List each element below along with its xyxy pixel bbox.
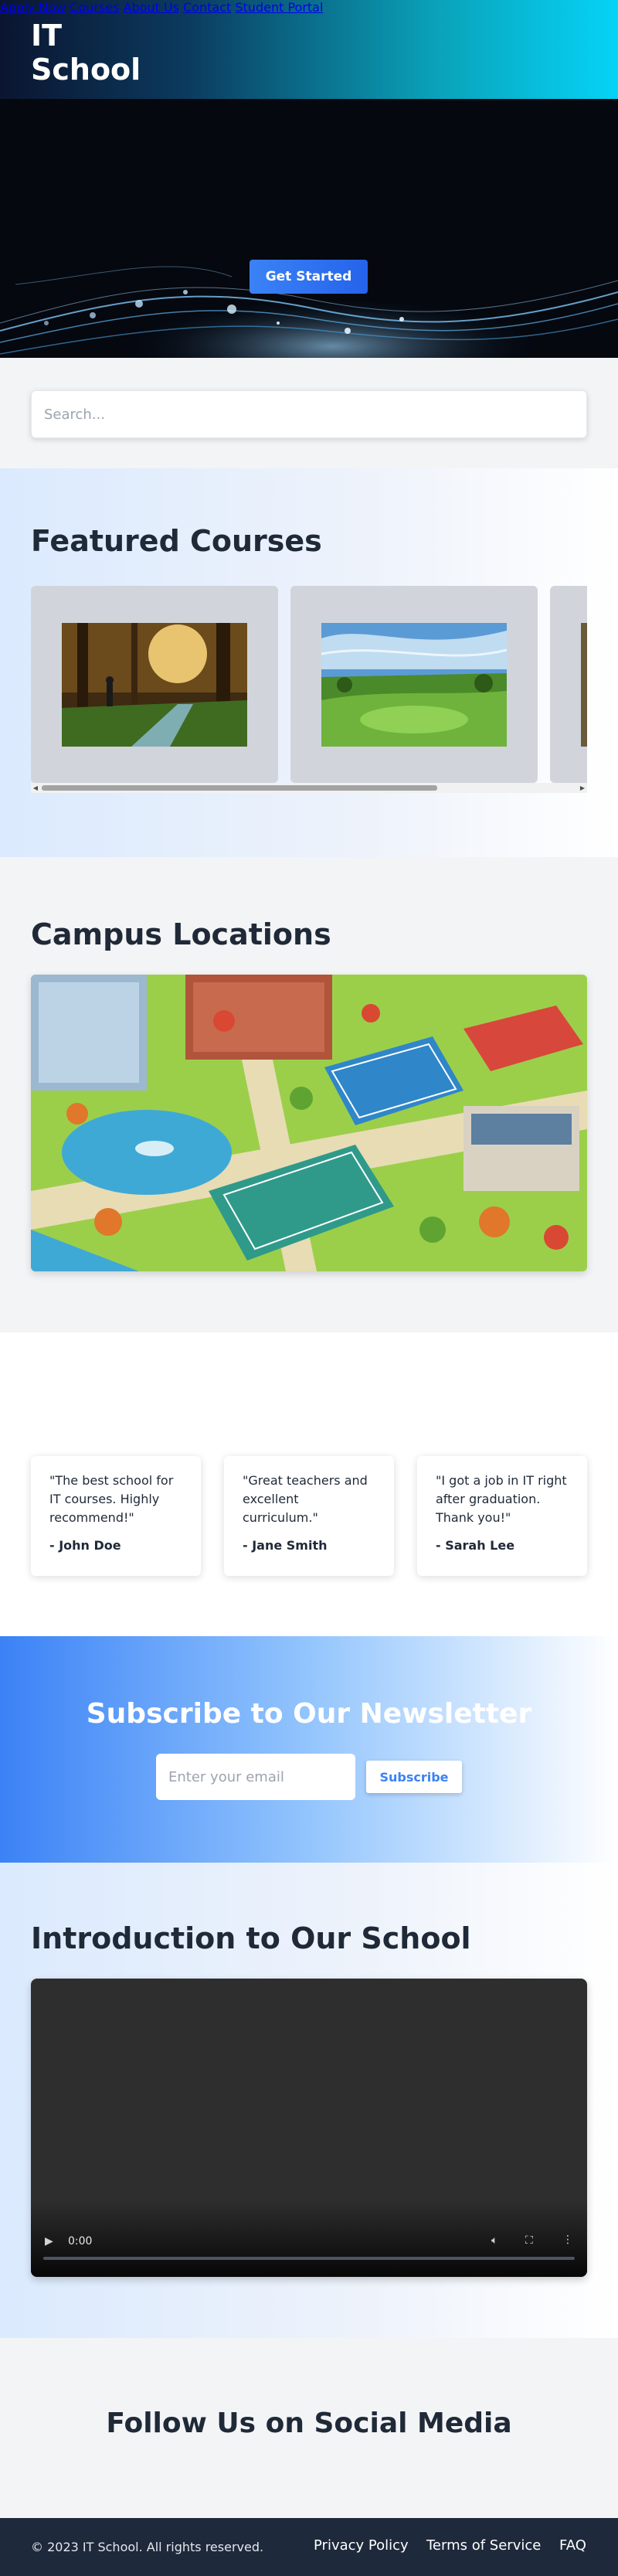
hero-banner: Get Started bbox=[0, 99, 618, 358]
get-started-button[interactable]: Get Started bbox=[250, 260, 368, 294]
course-card[interactable] bbox=[550, 586, 587, 783]
search-section bbox=[0, 358, 618, 468]
play-icon[interactable]: ▶ bbox=[45, 2235, 53, 2248]
testimonial-author: - Sarah Lee bbox=[436, 1538, 515, 1553]
scroll-right-icon[interactable]: ▶ bbox=[578, 783, 587, 793]
volume-icon[interactable]: 🔈︎ bbox=[491, 2234, 497, 2247]
testimonial-card: "I got a job in IT right after graduatio… bbox=[417, 1456, 587, 1576]
footer-link-faq[interactable]: FAQ bbox=[559, 2537, 586, 2554]
more-options-icon[interactable]: ⋮ bbox=[562, 2234, 573, 2246]
fullscreen-icon[interactable]: ⛶ bbox=[525, 2234, 533, 2247]
campus-locations-section: Campus Locations bbox=[0, 857, 618, 1332]
site-header: IT School Apply Now Courses About Us Con… bbox=[0, 0, 618, 99]
intro-title: Introduction to Our School bbox=[31, 1921, 471, 1955]
nav-about-us[interactable]: About Us bbox=[124, 0, 179, 15]
testimonial-quote: "I got a job in IT right after graduatio… bbox=[436, 1473, 567, 1525]
site-footer: © 2023 IT School. All rights reserved. P… bbox=[0, 2518, 618, 2576]
course-card[interactable] bbox=[290, 586, 538, 783]
testimonial-card: "Great teachers and excellent curriculum… bbox=[224, 1456, 394, 1576]
testimonial-card: "The best school for IT courses. Highly … bbox=[31, 1456, 201, 1576]
testimonial-author: - John Doe bbox=[49, 1538, 121, 1553]
hero-wave-graphic bbox=[0, 266, 618, 358]
intro-section: Introduction to Our School ▶ 0:00 🔈︎ ⛶ ⋮ bbox=[0, 1863, 618, 2338]
nav-contact[interactable]: Contact bbox=[183, 0, 231, 15]
campus-illustration bbox=[31, 975, 587, 1271]
course-image-landscape bbox=[321, 623, 507, 747]
newsletter-title: Subscribe to Our Newsletter bbox=[86, 1698, 532, 1730]
testimonial-author: - Jane Smith bbox=[243, 1538, 328, 1553]
testimonials-section: "The best school for IT courses. Highly … bbox=[0, 1332, 618, 1636]
testimonial-quote: "Great teachers and excellent curriculum… bbox=[243, 1473, 368, 1525]
testimonial-quote: "The best school for IT courses. Highly … bbox=[49, 1473, 174, 1525]
featured-courses-title: Featured Courses bbox=[31, 524, 322, 558]
carousel-scrollbar[interactable]: ◀ ▶ bbox=[31, 783, 587, 793]
footer-link-privacy[interactable]: Privacy Policy bbox=[314, 2537, 409, 2554]
nav-courses[interactable]: Courses bbox=[70, 0, 119, 15]
site-logo[interactable]: IT School bbox=[31, 19, 154, 87]
video-progress-bar[interactable] bbox=[43, 2257, 575, 2260]
scroll-thumb[interactable] bbox=[42, 785, 437, 791]
email-field[interactable] bbox=[156, 1754, 355, 1800]
featured-courses-section: Featured Courses ◀ ▶ bbox=[0, 468, 618, 857]
nav-apply-now[interactable]: Apply Now bbox=[0, 0, 66, 15]
video-time: 0:00 bbox=[68, 2235, 93, 2248]
footer-link-terms[interactable]: Terms of Service bbox=[426, 2537, 541, 2554]
campus-map-image[interactable] bbox=[31, 975, 587, 1271]
course-image bbox=[581, 623, 587, 747]
social-title: Follow Us on Social Media bbox=[106, 2408, 512, 2439]
copyright-text: © 2023 IT School. All rights reserved. bbox=[31, 2540, 264, 2554]
scroll-left-icon[interactable]: ◀ bbox=[31, 783, 40, 793]
course-carousel[interactable]: ◀ ▶ bbox=[31, 586, 587, 793]
nav-student-portal[interactable]: Student Portal bbox=[235, 0, 323, 15]
intro-video-player[interactable]: ▶ 0:00 🔈︎ ⛶ ⋮ bbox=[31, 1979, 587, 2277]
campus-locations-title: Campus Locations bbox=[31, 917, 331, 951]
search-input[interactable] bbox=[31, 390, 587, 438]
video-controls bbox=[31, 2200, 587, 2277]
course-card[interactable] bbox=[31, 586, 278, 783]
newsletter-section: Subscribe to Our Newsletter Subscribe bbox=[0, 1636, 618, 1863]
subscribe-button[interactable]: Subscribe bbox=[366, 1761, 462, 1793]
social-section: Follow Us on Social Media bbox=[0, 2338, 618, 2518]
course-image-forest bbox=[62, 623, 247, 747]
main-nav: Apply Now Courses About Us Contact Stude… bbox=[0, 0, 618, 15]
